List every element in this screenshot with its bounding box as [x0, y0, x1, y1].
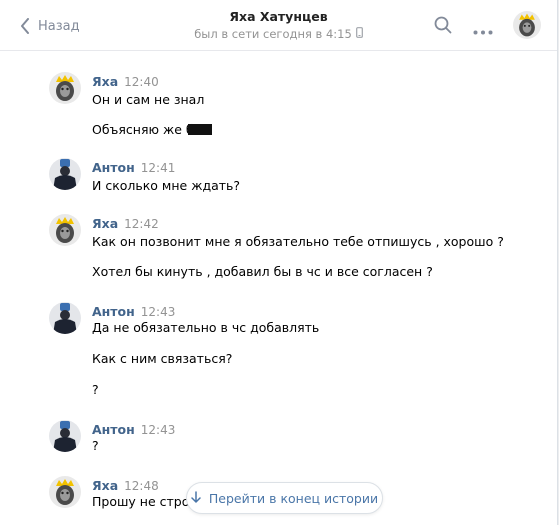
author-name[interactable]: Антон: [92, 160, 135, 175]
last-seen-text: был в сети сегодня в 4:15: [194, 27, 352, 41]
message-time: 12:42: [124, 217, 159, 231]
arrow-down-icon: [191, 490, 201, 506]
message-text: Прошу не строч: [92, 494, 197, 509]
author-name[interactable]: Антон: [92, 422, 135, 437]
message-text: Как с ним связаться?: [92, 351, 233, 366]
more-icon[interactable]: [473, 23, 493, 38]
message-text: ?: [92, 382, 99, 397]
chat-panel: Назад Яха Хатунцев был в сети сегодня в …: [0, 0, 558, 525]
author-name[interactable]: Яха: [92, 74, 118, 89]
chat-header: Назад Яха Хатунцев был в сети сегодня в …: [0, 0, 557, 51]
avatar[interactable]: [49, 158, 81, 190]
message-time: 12:43: [140, 305, 176, 319]
message-text: ?: [92, 438, 99, 453]
message-time: 12:41: [140, 161, 176, 175]
message-text: Объясняю же б: [92, 122, 194, 137]
avatar[interactable]: [49, 302, 81, 334]
avatar[interactable]: [49, 420, 81, 452]
message-text-row: Объясняю же б: [92, 122, 212, 137]
mobile-icon: [352, 27, 363, 41]
message-text: Да не обязательно в чс добавлять: [92, 320, 320, 335]
message-text: Он и сам не знал: [92, 92, 205, 107]
message-text: Как он позвонит мне я обязательно тебе о…: [92, 234, 504, 249]
scroll-to-end-label: Перейти в конец истории: [208, 490, 379, 506]
message-text: И сколько мне ждать?: [92, 178, 241, 193]
author-name[interactable]: Антон: [92, 304, 135, 319]
message-time: 12:43: [140, 423, 176, 437]
avatar[interactable]: [49, 214, 81, 246]
redaction-block: [187, 124, 212, 135]
avatar[interactable]: [49, 476, 81, 508]
message-time: 12:48: [124, 479, 159, 493]
author-name[interactable]: Яха: [92, 478, 118, 493]
author-name[interactable]: Яха: [92, 216, 118, 231]
scroll-to-end-button[interactable]: Перейти в конец истории: [186, 482, 383, 514]
chat-avatar[interactable]: [513, 11, 541, 39]
chat-title[interactable]: Яха Хатунцев: [0, 9, 557, 24]
message-text: Хотел бы кинуть , добавил бы в чс и все …: [92, 264, 433, 279]
search-icon[interactable]: [434, 16, 452, 37]
avatar[interactable]: [49, 72, 81, 104]
message-time: 12:40: [124, 75, 159, 89]
last-seen-status: был в сети сегодня в 4:15: [194, 27, 363, 41]
